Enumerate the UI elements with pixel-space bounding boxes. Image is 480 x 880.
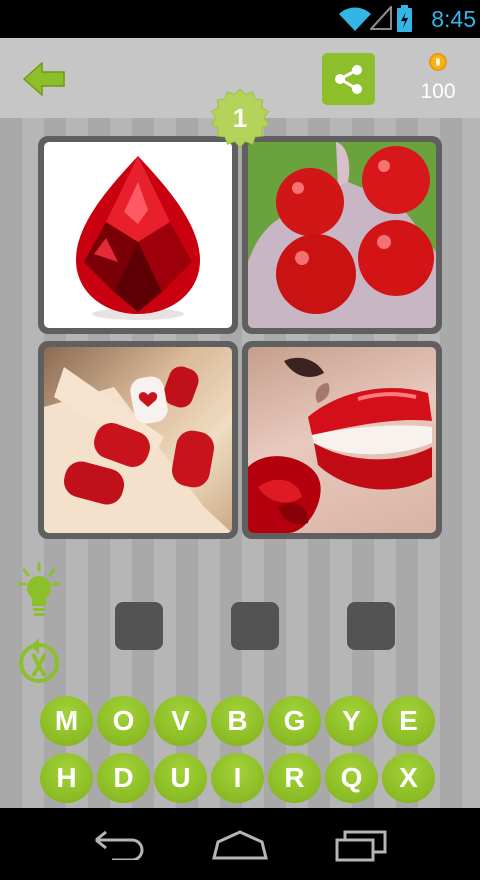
recents-icon[interactable]	[333, 828, 389, 862]
ruby-gem-picture	[44, 142, 232, 328]
share-icon	[335, 65, 362, 94]
level-badge: 1	[210, 88, 270, 148]
navigation-bar	[0, 808, 480, 880]
red-lips-picture	[248, 347, 436, 533]
answer-slot-2[interactable]	[231, 602, 279, 650]
letter-key-y[interactable]: Y	[325, 696, 378, 746]
picture-tile-2[interactable]	[242, 136, 442, 334]
letter-key-q[interactable]: Q	[325, 753, 378, 803]
letter-key-d[interactable]: D	[97, 753, 150, 803]
coin-icon	[429, 53, 447, 71]
remove-letters-icon[interactable]	[14, 636, 64, 686]
letter-key-u[interactable]: U	[154, 753, 207, 803]
letter-key-b[interactable]: B	[211, 696, 264, 746]
letter-key-o[interactable]: O	[97, 696, 150, 746]
game-screen: 100 1 M O V B G Y E H D U I R Q X	[0, 38, 480, 808]
red-nails-picture	[44, 347, 232, 533]
share-button[interactable]	[322, 53, 375, 105]
letter-key-e[interactable]: E	[382, 696, 435, 746]
letter-key-r[interactable]: R	[268, 753, 321, 803]
letter-key-v[interactable]: V	[154, 696, 207, 746]
letter-key-m[interactable]: M	[40, 696, 93, 746]
answer-slot-3[interactable]	[347, 602, 395, 650]
letter-key-g[interactable]: G	[268, 696, 321, 746]
wifi-icon	[339, 7, 371, 31]
home-icon[interactable]	[210, 830, 270, 860]
picture-tile-3[interactable]	[38, 341, 238, 539]
lightbulb-icon[interactable]	[18, 562, 60, 618]
back-icon[interactable]	[92, 830, 148, 860]
letter-key-h[interactable]: H	[40, 753, 93, 803]
status-clock: 8:45	[431, 6, 476, 32]
picture-tile-4[interactable]	[242, 341, 442, 539]
picture-tile-1[interactable]	[38, 136, 238, 334]
tomatoes-picture	[248, 142, 436, 328]
answer-slot-1[interactable]	[115, 602, 163, 650]
letter-key-x[interactable]: X	[382, 753, 435, 803]
signal-icon	[370, 6, 392, 30]
letter-key-i[interactable]: I	[211, 753, 264, 803]
battery-icon	[397, 5, 412, 32]
back-arrow-icon[interactable]	[20, 58, 68, 100]
coin-count: 100	[420, 80, 456, 103]
status-bar: 8:45	[0, 0, 480, 38]
level-number: 1	[232, 103, 248, 133]
